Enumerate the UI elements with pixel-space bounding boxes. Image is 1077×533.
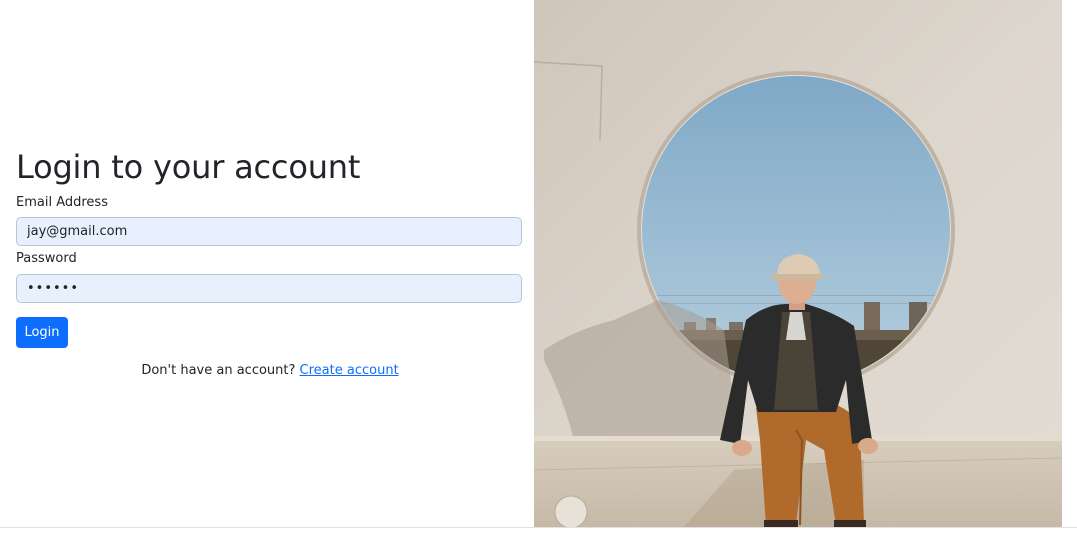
hero-photo-illustration [534, 0, 1062, 527]
login-button[interactable]: Login [16, 317, 68, 348]
login-panel: Login to your account Email Address Pass… [0, 0, 534, 527]
email-input[interactable] [16, 217, 522, 246]
password-label: Password [16, 251, 77, 266]
page-bottom-divider [0, 527, 1077, 528]
page-title: Login to your account [16, 148, 361, 186]
signup-prompt: Don't have an account? Create account [0, 363, 540, 379]
create-account-link[interactable]: Create account [300, 363, 399, 378]
login-page: Login to your account Email Address Pass… [0, 0, 1077, 533]
hero-image [534, 0, 1062, 527]
password-input[interactable] [16, 274, 522, 303]
email-label: Email Address [16, 195, 108, 210]
signup-prompt-text: Don't have an account? [141, 363, 296, 378]
